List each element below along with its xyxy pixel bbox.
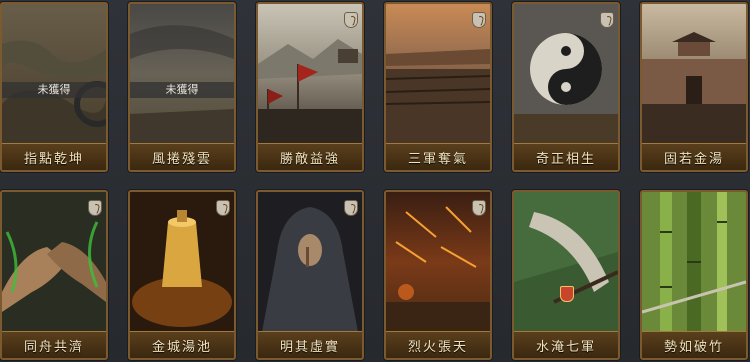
card-name: 金城湯池 [130, 331, 234, 358]
card-name: 勢如破竹 [642, 331, 746, 358]
card-name: 水淹七軍 [514, 331, 618, 358]
card-name: 風捲殘雲 [130, 143, 234, 170]
card-gu-ruo-jin-tang[interactable]: 固若金湯 [640, 2, 748, 172]
card-art-handshake [2, 192, 106, 332]
card-feng-juan-can-yun[interactable]: 未獲得 風捲殘雲 [128, 2, 236, 172]
tactics-card-grid: 未獲得 指點乾坤 未獲得 風捲殘雲 勝敵益強 三軍奪氣 奇正相生 固若金湯 同舟… [0, 0, 750, 362]
card-name: 同舟共濟 [2, 331, 106, 358]
card-zhi-dian-qian-kun[interactable]: 未獲得 指點乾坤 [0, 2, 108, 172]
card-lie-huo-zhang-tian[interactable]: 烈火張天 [384, 190, 492, 360]
card-name: 指點乾坤 [2, 143, 106, 170]
card-shui-yan-qi-jun[interactable]: 水淹七軍 [512, 190, 620, 360]
card-name: 烈火張天 [386, 331, 490, 358]
card-art-battlefield [386, 4, 490, 144]
card-art-guandao [514, 192, 618, 332]
tactic-type-icon [472, 12, 486, 28]
card-qi-zheng-xiang-sheng[interactable]: 奇正相生 [512, 2, 620, 172]
card-art-army-banners [258, 4, 362, 144]
card-art-fortress [642, 4, 746, 144]
locked-overlay [130, 4, 234, 144]
card-name: 固若金湯 [642, 143, 746, 170]
card-tong-zhou-gong-ji[interactable]: 同舟共濟 [0, 190, 108, 360]
card-ming-qi-xu-shi[interactable]: 明其虛實 [256, 190, 364, 360]
card-shi-ru-po-zhu[interactable]: 勢如破竹 [640, 190, 748, 360]
tactic-type-icon [344, 12, 358, 28]
card-name: 明其虛實 [258, 331, 362, 358]
status-unobtained: 未獲得 [2, 82, 106, 98]
card-san-jun-duo-qi[interactable]: 三軍奪氣 [384, 2, 492, 172]
tactic-type-icon [344, 200, 358, 216]
card-art-storm: 未獲得 [130, 4, 234, 144]
tactic-type-icon [472, 200, 486, 216]
card-name: 勝敵益強 [258, 143, 362, 170]
status-unobtained: 未獲得 [130, 82, 234, 98]
tactic-type-icon [216, 200, 230, 216]
card-art-bamboo [642, 192, 746, 332]
tactic-type-icon [600, 12, 614, 28]
card-name: 奇正相生 [514, 143, 618, 170]
card-art-yinyang [514, 4, 618, 144]
card-art-hooded-figure [258, 192, 362, 332]
locked-overlay [2, 4, 106, 144]
card-art-golden-bell [130, 192, 234, 332]
card-art-fire-rain [386, 192, 490, 332]
card-jin-cheng-tang-chi[interactable]: 金城湯池 [128, 190, 236, 360]
card-art-map: 未獲得 [2, 4, 106, 144]
card-name: 三軍奪氣 [386, 143, 490, 170]
tactic-type-icon [88, 200, 102, 216]
tactic-type-icon [560, 286, 574, 302]
card-sheng-di-yi-qiang[interactable]: 勝敵益強 [256, 2, 364, 172]
